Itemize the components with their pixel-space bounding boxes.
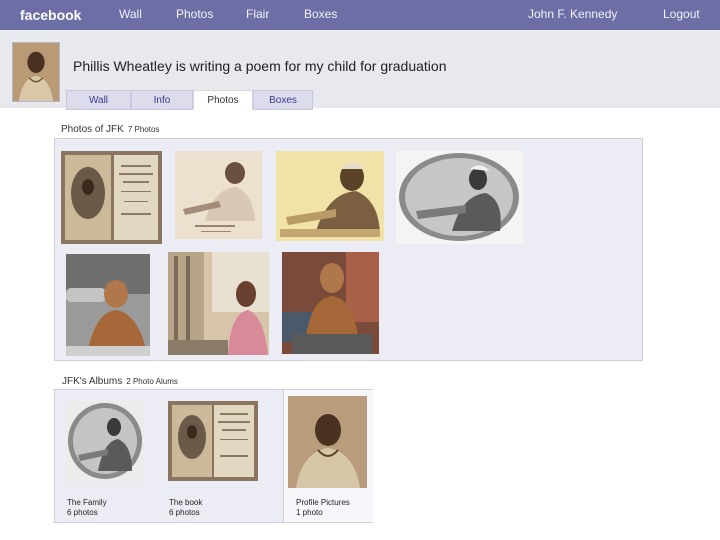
photo-thumbnail[interactable]: [168, 252, 269, 355]
photos-section-title[interactable]: Photos of JFK: [61, 124, 124, 135]
tab-wall[interactable]: Wall: [66, 90, 131, 110]
tab-boxes[interactable]: Boxes: [253, 90, 313, 110]
nav-wall-link[interactable]: Wall: [119, 7, 142, 21]
photo-thumbnail[interactable]: [396, 151, 523, 244]
album-family[interactable]: The Family 6 photos: [67, 498, 107, 518]
user-name-link[interactable]: John F. Kennedy: [528, 7, 617, 21]
photos-grid: [54, 138, 643, 361]
album-name[interactable]: Profile Pictures: [296, 498, 350, 508]
album-photo-count: 6 photos: [169, 508, 200, 517]
photo-thumbnail[interactable]: [175, 151, 262, 239]
nav-flair-link[interactable]: Flair: [246, 7, 269, 21]
photo-thumbnail[interactable]: [61, 151, 162, 244]
album-profile-pictures[interactable]: Profile Pictures 1 photo: [296, 498, 350, 518]
photo-thumbnail[interactable]: [282, 252, 379, 354]
album-name[interactable]: The book: [169, 498, 202, 508]
profile-avatar[interactable]: [12, 42, 60, 102]
albums-count: 2 Photo Alums: [126, 377, 178, 386]
albums-grid: The Family 6 photos The book 6 photos Pr…: [54, 389, 373, 523]
album-photo-count: 1 photo: [296, 508, 323, 517]
album-photo-count: 6 photos: [67, 508, 98, 517]
album-book[interactable]: The book 6 photos: [169, 498, 202, 518]
top-navigation-bar: facebook Wall Photos Flair Boxes John F.…: [0, 0, 720, 30]
logout-link[interactable]: Logout: [663, 7, 700, 21]
nav-photos-link[interactable]: Photos: [176, 7, 213, 21]
album-name[interactable]: The Family: [67, 498, 107, 508]
photo-thumbnail[interactable]: [66, 254, 150, 356]
facebook-logo[interactable]: facebook: [20, 7, 81, 23]
albums-section-heading: JFK's Albums 2 Photo Alums: [62, 376, 178, 387]
photos-count: 7 Photos: [127, 125, 160, 134]
album-cover[interactable]: [66, 401, 144, 481]
album-cover[interactable]: [168, 401, 258, 481]
album-cover[interactable]: [288, 396, 367, 488]
tab-photos[interactable]: Photos: [193, 90, 253, 110]
albums-section-title[interactable]: JFK's Albums: [62, 376, 122, 387]
photos-section-heading: Photos of JFK 7 Photos: [61, 124, 159, 135]
tab-info[interactable]: Info: [131, 90, 193, 110]
profile-status-text: Phillis Wheatley is writing a poem for m…: [73, 58, 447, 74]
photo-thumbnail[interactable]: [276, 151, 384, 241]
nav-boxes-link[interactable]: Boxes: [304, 7, 337, 21]
